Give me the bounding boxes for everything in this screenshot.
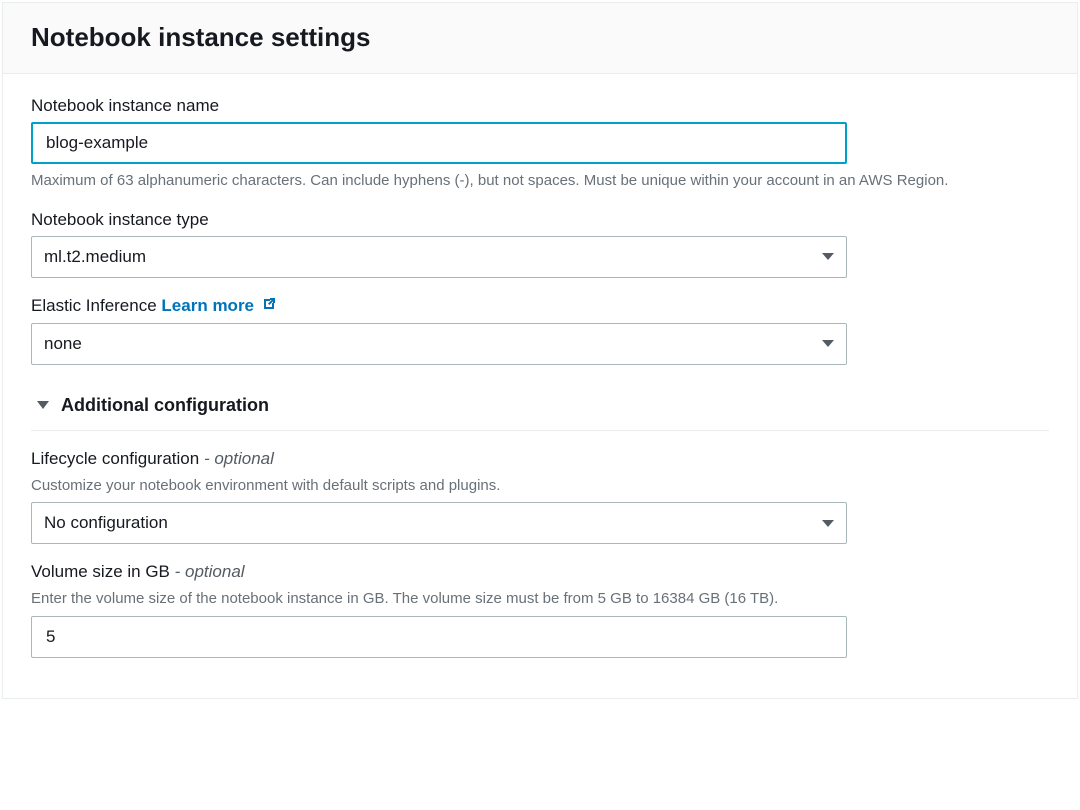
volume-input-wrap[interactable] [31,616,847,658]
instance-name-label: Notebook instance name [31,96,1049,116]
field-elastic-inference: Elastic Inference Learn more none [31,296,1049,365]
caret-down-icon [822,520,834,527]
additional-config-title: Additional configuration [61,395,269,416]
instance-type-label: Notebook instance type [31,210,1049,230]
panel-title: Notebook instance settings [31,21,1049,55]
field-lifecycle: Lifecycle configuration - optional Custo… [31,449,1049,545]
ei-label-row: Elastic Inference Learn more [31,296,1049,317]
instance-name-input[interactable] [44,132,834,154]
additional-config-toggle[interactable]: Additional configuration [31,383,1049,431]
lifecycle-hint: Customize your notebook environment with… [31,475,1049,497]
volume-input[interactable] [44,626,834,648]
instance-name-input-wrap[interactable] [31,122,847,164]
lifecycle-select[interactable]: No configuration [31,502,847,544]
panel-body: Notebook instance name Maximum of 63 alp… [3,74,1077,698]
field-volume-size: Volume size in GB - optional Enter the v… [31,562,1049,658]
field-instance-name: Notebook instance name Maximum of 63 alp… [31,96,1049,192]
instance-name-hint: Maximum of 63 alphanumeric characters. C… [31,170,1049,192]
ei-learn-more-link[interactable]: Learn more [161,296,276,315]
caret-down-icon [822,253,834,260]
volume-hint: Enter the volume size of the notebook in… [31,588,1049,610]
ei-learn-more-text: Learn more [161,296,254,315]
caret-down-icon [37,401,49,409]
caret-down-icon [822,340,834,347]
volume-optional: - optional [175,562,245,581]
settings-panel: Notebook instance settings Notebook inst… [2,2,1078,699]
volume-label-text: Volume size in GB [31,562,170,581]
instance-type-value: ml.t2.medium [44,247,146,267]
lifecycle-optional: - optional [204,449,274,468]
external-link-icon [261,296,277,317]
ei-value: none [44,334,82,354]
instance-type-select[interactable]: ml.t2.medium [31,236,847,278]
ei-label: Elastic Inference [31,296,157,315]
lifecycle-label: Lifecycle configuration - optional [31,449,1049,469]
field-instance-type: Notebook instance type ml.t2.medium [31,210,1049,278]
lifecycle-label-text: Lifecycle configuration [31,449,199,468]
panel-header: Notebook instance settings [3,3,1077,74]
ei-select[interactable]: none [31,323,847,365]
volume-label: Volume size in GB - optional [31,562,1049,582]
lifecycle-value: No configuration [44,513,168,533]
